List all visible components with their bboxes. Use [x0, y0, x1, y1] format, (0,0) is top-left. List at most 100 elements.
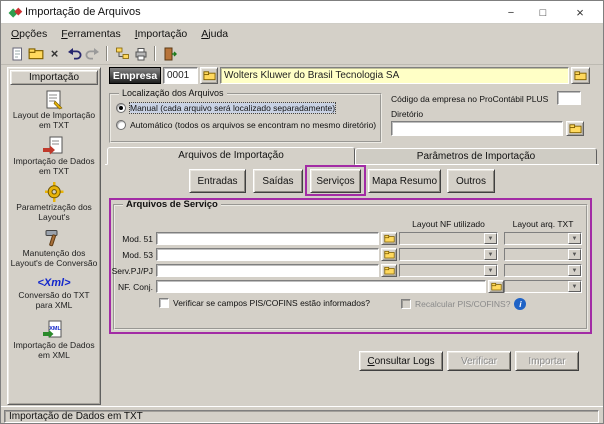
folder-icon [574, 71, 587, 81]
import-txt-icon [43, 136, 63, 155]
folder-tree-button[interactable] [112, 45, 131, 63]
minimize-button[interactable]: − [496, 1, 526, 24]
radio-automatico-label[interactable]: Automático (todos os arquivos se encontr… [130, 120, 376, 130]
diretorio-browse-button[interactable] [566, 121, 584, 136]
nfconj-file-input[interactable] [156, 280, 486, 293]
sidebar-item-layout-txt[interactable]: Layout de Importação em TXT [10, 89, 98, 133]
radio-automatico-circle[interactable] [116, 120, 126, 130]
verificar-pis-cofins-checkbox[interactable]: Verificar se campos PIS/COFINS estão inf… [159, 298, 370, 308]
radio-automatico[interactable]: Automático (todos os arquivos se encontr… [116, 120, 376, 130]
verificar-pis-cofins-box[interactable] [159, 298, 169, 308]
dropdown-icon: ▼ [568, 233, 581, 244]
sidebar-item-manutencao[interactable]: Manutenção dos Layout's de Conversão [10, 227, 98, 271]
close-button[interactable]: × [562, 1, 598, 24]
folder-icon [490, 282, 502, 291]
verificar-pis-cofins-label[interactable]: Verificar se campos PIS/COFINS estão inf… [173, 298, 370, 308]
app-icon [8, 7, 23, 18]
radio-manual[interactable]: Manual (cada arquivo será localizado sep… [116, 102, 337, 114]
open-button[interactable] [26, 45, 45, 63]
mod51-browse-button[interactable] [381, 232, 397, 245]
statusbar: Importação de Dados em TXT [1, 406, 603, 423]
importar-button[interactable]: Importar [515, 351, 579, 371]
diretorio-label: Diretório [391, 109, 424, 119]
maintenance-hammer-icon [45, 230, 58, 247]
empresa-code-field[interactable]: 0001 [163, 67, 198, 84]
app-window: Importação de Arquivos − □ × Opções Ferr… [0, 0, 604, 424]
mod53-label: Mod. 53 [122, 250, 153, 260]
consultar-logs-label: Consultar Logs [367, 355, 435, 367]
maximize-button[interactable]: □ [528, 1, 558, 24]
tab-parametros-importacao[interactable]: Parâmetros de Importação [355, 148, 597, 165]
sidebar-item-parametrizacao[interactable]: Parametrização dos Layout's [10, 181, 98, 225]
codigo-procontabil-label: Código da empresa no ProContábil PLUS [391, 94, 549, 104]
minimize-icon: − [507, 6, 515, 19]
close-icon: × [576, 5, 584, 20]
empresa-name-field[interactable]: Wolters Kluwer do Brasil Tecnologia SA [220, 67, 569, 84]
parametrization-gear-icon [45, 182, 64, 202]
radio-manual-circle[interactable] [116, 103, 126, 113]
menubar: Opções Ferramentas Importação Ajuda [1, 25, 603, 43]
xml-icon: <Xml> [37, 277, 71, 289]
consultar-logs-button[interactable]: Consultar Logs [359, 351, 443, 371]
servpj-file-input[interactable] [156, 264, 379, 277]
menu-ferramentas[interactable]: Ferramentas [54, 26, 128, 42]
tab-arquivos-importacao[interactable]: Arquivos de Importação [107, 147, 355, 165]
nfconj-layout-txt-combo[interactable]: ▼ [504, 280, 582, 293]
verificar-label: Verificar [460, 355, 498, 367]
empresa-lookup-button[interactable] [571, 67, 590, 84]
titlebar: Importação de Arquivos − □ × [1, 1, 603, 24]
folder-icon [383, 266, 395, 275]
open-folder-icon [28, 48, 43, 60]
undo-button[interactable] [64, 45, 83, 63]
delete-button[interactable]: × [45, 45, 64, 63]
arquivos-servico-group-title: Arquivos de Serviço [123, 199, 221, 210]
empresa-browse-button[interactable] [200, 67, 218, 84]
mod51-layout-txt-combo[interactable]: ▼ [504, 232, 582, 245]
subtab-saidas-label: Saídas [262, 175, 294, 187]
window-title: Importação de Arquivos [25, 6, 141, 18]
radio-manual-label[interactable]: Manual (cada arquivo será localizado sep… [128, 102, 337, 114]
subtab-outros-button[interactable]: Outros [447, 169, 495, 193]
menu-importacao[interactable]: Importação [128, 26, 195, 42]
codigo-procontabil-field[interactable] [557, 91, 581, 105]
print-button[interactable] [131, 45, 150, 63]
servpj-layout-nf-combo[interactable]: ▼ [399, 264, 498, 277]
servpj-label: Serv.PJ/PJ [111, 266, 153, 276]
dropdown-icon: ▼ [484, 233, 497, 244]
localizacao-group-title: Localização dos Arquivos [119, 88, 227, 98]
col-header-layout-txt: Layout arq. TXT [512, 219, 574, 229]
mod53-layout-nf-combo[interactable]: ▼ [399, 248, 498, 261]
maximize-icon: □ [539, 6, 547, 19]
diretorio-field[interactable] [391, 121, 563, 136]
redo-button[interactable] [83, 45, 102, 63]
mod53-browse-button[interactable] [381, 248, 397, 261]
subtab-mapa-resumo-button[interactable]: Mapa Resumo [368, 169, 441, 193]
menu-ajuda[interactable]: Ajuda [194, 26, 235, 42]
subtab-servicos-button[interactable]: Serviços [310, 169, 361, 193]
sidebar-item-importacao-txt[interactable]: Importação de Dados em TXT [10, 135, 98, 179]
verificar-button[interactable]: Verificar [447, 351, 511, 371]
mod51-layout-nf-combo[interactable]: ▼ [399, 232, 498, 245]
mod51-file-input[interactable] [156, 232, 379, 245]
sidebar-item-conversao-xml[interactable]: <Xml> Conversão do TXT para XML [10, 273, 98, 317]
menu-opcoes[interactable]: Opções [4, 26, 54, 42]
redo-icon [85, 47, 99, 59]
servpj-browse-button[interactable] [381, 264, 397, 277]
mod53-layout-txt-combo[interactable]: ▼ [504, 248, 582, 261]
servpj-layout-txt-combo[interactable]: ▼ [504, 264, 582, 277]
new-button[interactable] [7, 45, 26, 63]
recalcular-pis-cofins-box[interactable] [401, 299, 411, 309]
subtab-servicos-label: Serviços [316, 175, 355, 187]
info-icon[interactable]: i [514, 298, 527, 310]
exit-button[interactable] [160, 45, 179, 63]
folder-icon [202, 71, 216, 81]
delete-icon: × [50, 46, 59, 61]
toolbar-separator [154, 46, 156, 61]
subtab-saidas-button[interactable]: Saídas [253, 169, 303, 193]
recalcular-pis-cofins-checkbox[interactable]: Recalcular PIS/COFINS? i [401, 298, 527, 310]
sidebar-item-importacao-xml[interactable]: XML Importação de Dados em XML [10, 319, 98, 363]
nfconj-browse-button[interactable] [488, 280, 504, 293]
importar-label: Importar [528, 355, 566, 367]
mod53-file-input[interactable] [156, 248, 379, 261]
subtab-entradas-button[interactable]: Entradas [189, 169, 246, 193]
